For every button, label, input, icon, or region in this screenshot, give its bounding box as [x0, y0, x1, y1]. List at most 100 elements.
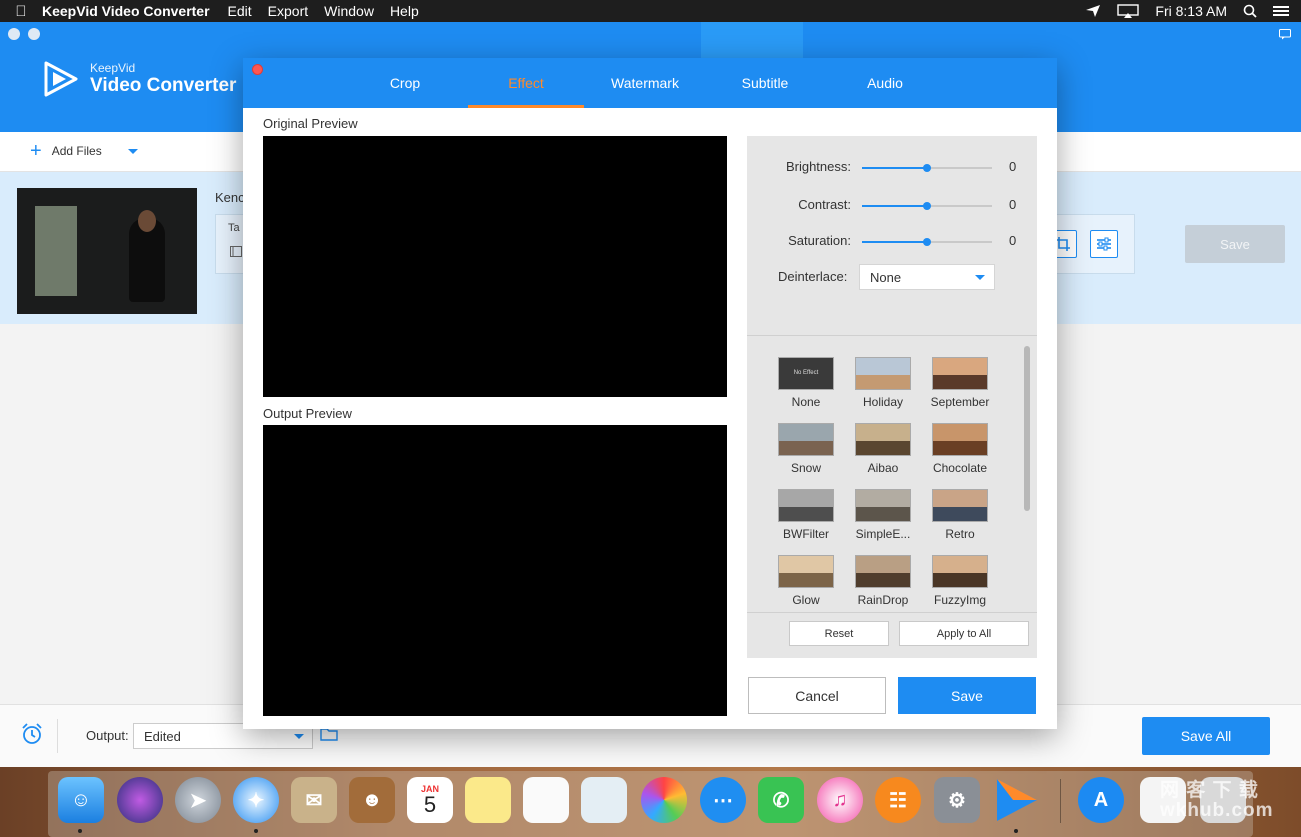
contacts-icon[interactable]: ☻: [349, 777, 395, 823]
effect-settings-button[interactable]: [1090, 230, 1118, 258]
filter-label: SimpleE...: [855, 527, 911, 541]
row-save-button[interactable]: Save: [1185, 225, 1285, 263]
dock-divider: [1060, 779, 1061, 823]
deinterlace-select[interactable]: None: [859, 264, 995, 290]
filter-label: Chocolate: [932, 461, 988, 475]
location-icon[interactable]: [1085, 4, 1101, 18]
books-icon[interactable]: ☷: [875, 777, 921, 823]
window-minimize-button[interactable]: [28, 28, 40, 40]
tab-subtitle[interactable]: Subtitle: [705, 58, 825, 108]
contrast-slider[interactable]: [862, 202, 992, 210]
brightness-label: Brightness:: [785, 159, 851, 174]
add-files-label: Add Files: [51, 144, 102, 158]
notes-icon[interactable]: [465, 777, 511, 823]
menu-window[interactable]: Window: [324, 3, 374, 19]
tab-audio[interactable]: Audio: [825, 58, 945, 108]
brand: KeepVid Video Converter: [42, 60, 236, 98]
tab-watermark[interactable]: Watermark: [585, 58, 705, 108]
calendar-icon[interactable]: JAN 5: [407, 777, 453, 823]
no-effect-text: No Effect: [793, 370, 819, 376]
bottom-separator: [57, 719, 58, 753]
filter-chocolate[interactable]: Chocolate: [925, 423, 995, 475]
menu-bar:  KeepVid Video Converter Edit Export Wi…: [0, 0, 1301, 22]
apply-to-all-button[interactable]: Apply to All: [899, 621, 1029, 646]
filter-simple-elegant[interactable]: SimpleE...: [848, 489, 918, 541]
filter-retro[interactable]: Retro: [925, 489, 995, 541]
add-files-button[interactable]: + Add Files: [30, 141, 138, 161]
filter-none[interactable]: No Effect None: [771, 357, 841, 409]
photos-icon[interactable]: [641, 777, 687, 823]
tab-effect[interactable]: Effect: [466, 58, 586, 108]
filter-thumb: [855, 423, 911, 456]
airplay-display-icon[interactable]: [1117, 4, 1140, 18]
filter-label: Snow: [790, 461, 822, 475]
save-all-button[interactable]: Save All: [1142, 717, 1270, 755]
alarm-clock-icon[interactable]: [21, 723, 43, 748]
effect-dialog: Crop Effect Watermark Subtitle Audio Ori…: [243, 58, 1057, 729]
filter-september[interactable]: September: [925, 357, 995, 409]
filter-scrollbar[interactable]: [1024, 346, 1030, 511]
tab-crop[interactable]: Crop: [345, 58, 465, 108]
brightness-slider[interactable]: [862, 164, 992, 172]
filter-grid: No Effect None Holiday September Snow Ai…: [747, 336, 1037, 612]
keepvid-dock-icon[interactable]: [993, 777, 1039, 823]
system-preferences-icon[interactable]: ⚙: [934, 777, 980, 823]
saturation-slider-knob[interactable]: [923, 238, 931, 246]
video-thumbnail[interactable]: [17, 188, 197, 314]
siri-icon[interactable]: [117, 777, 163, 823]
target-label: Ta: [228, 222, 240, 234]
filter-bwfilter[interactable]: BWFilter: [771, 489, 841, 541]
saturation-slider[interactable]: [862, 238, 992, 246]
tab-audio-label: Audio: [867, 75, 903, 91]
safari-icon[interactable]: ✦: [233, 777, 279, 823]
brand-title: Video Converter: [90, 74, 237, 96]
saturation-value: 0: [1009, 233, 1017, 248]
keepvid-logo-icon: [44, 61, 78, 97]
filter-holiday[interactable]: Holiday: [848, 357, 918, 409]
maps-icon[interactable]: [581, 777, 627, 823]
finder-icon[interactable]: ☺: [58, 777, 104, 823]
dialog-tab-bar: Crop Effect Watermark Subtitle Audio: [243, 58, 1057, 108]
save-button[interactable]: Save: [898, 677, 1036, 714]
folder-icon[interactable]: [320, 727, 338, 744]
reset-button[interactable]: Reset: [789, 621, 889, 646]
filter-thumb: [932, 423, 988, 456]
messages-icon[interactable]: ⋯: [700, 777, 746, 823]
control-center-icon[interactable]: [1273, 5, 1289, 17]
filter-label: Aibao: [867, 461, 899, 475]
menu-help[interactable]: Help: [390, 3, 419, 19]
app-store-icon[interactable]: A: [1078, 777, 1124, 823]
apple-menu-icon[interactable]: : [0, 3, 42, 20]
menu-clock[interactable]: Fri 8:13 AM: [1155, 3, 1227, 19]
mail-icon[interactable]: ✉: [291, 777, 337, 823]
filter-fuzzyimg[interactable]: FuzzyImg: [925, 555, 995, 607]
contrast-slider-knob[interactable]: [923, 202, 931, 210]
filter-glow[interactable]: Glow: [771, 555, 841, 607]
filter-label: None: [791, 395, 821, 409]
filter-raindrop[interactable]: RainDrop: [848, 555, 918, 607]
reminders-icon[interactable]: [523, 777, 569, 823]
brand-subtitle: KeepVid: [90, 60, 136, 75]
window-close-button[interactable]: [8, 28, 20, 40]
filter-aibao[interactable]: Aibao: [848, 423, 918, 475]
brightness-row: Brightness: 0: [747, 157, 1037, 177]
filter-thumb: [932, 357, 988, 390]
menu-app-name[interactable]: KeepVid Video Converter: [42, 3, 210, 19]
filter-snow[interactable]: Snow: [771, 423, 841, 475]
cancel-button[interactable]: Cancel: [748, 677, 886, 714]
feedback-icon[interactable]: [1279, 28, 1291, 43]
music-icon[interactable]: ♫: [817, 777, 863, 823]
facetime-icon[interactable]: ✆: [758, 777, 804, 823]
menu-export[interactable]: Export: [268, 3, 308, 19]
filter-label: Retro: [945, 527, 975, 541]
dock: ☺ ➤ ✦ ✉ ☻ JAN 5 ⋯ ✆ ♫ ☷ ⚙ A 网 客 下 载 wkhu…: [0, 767, 1301, 837]
chevron-down-icon: [975, 275, 985, 280]
spotlight-search-icon[interactable]: [1243, 4, 1257, 18]
launchpad-icon[interactable]: ➤: [175, 777, 221, 823]
chevron-down-icon: [294, 734, 304, 739]
brightness-slider-knob[interactable]: [923, 164, 931, 172]
dialog-close-button[interactable]: [252, 64, 263, 75]
filter-thumb: [855, 357, 911, 390]
add-files-dropdown-icon[interactable]: [127, 148, 138, 154]
menu-edit[interactable]: Edit: [228, 3, 252, 19]
